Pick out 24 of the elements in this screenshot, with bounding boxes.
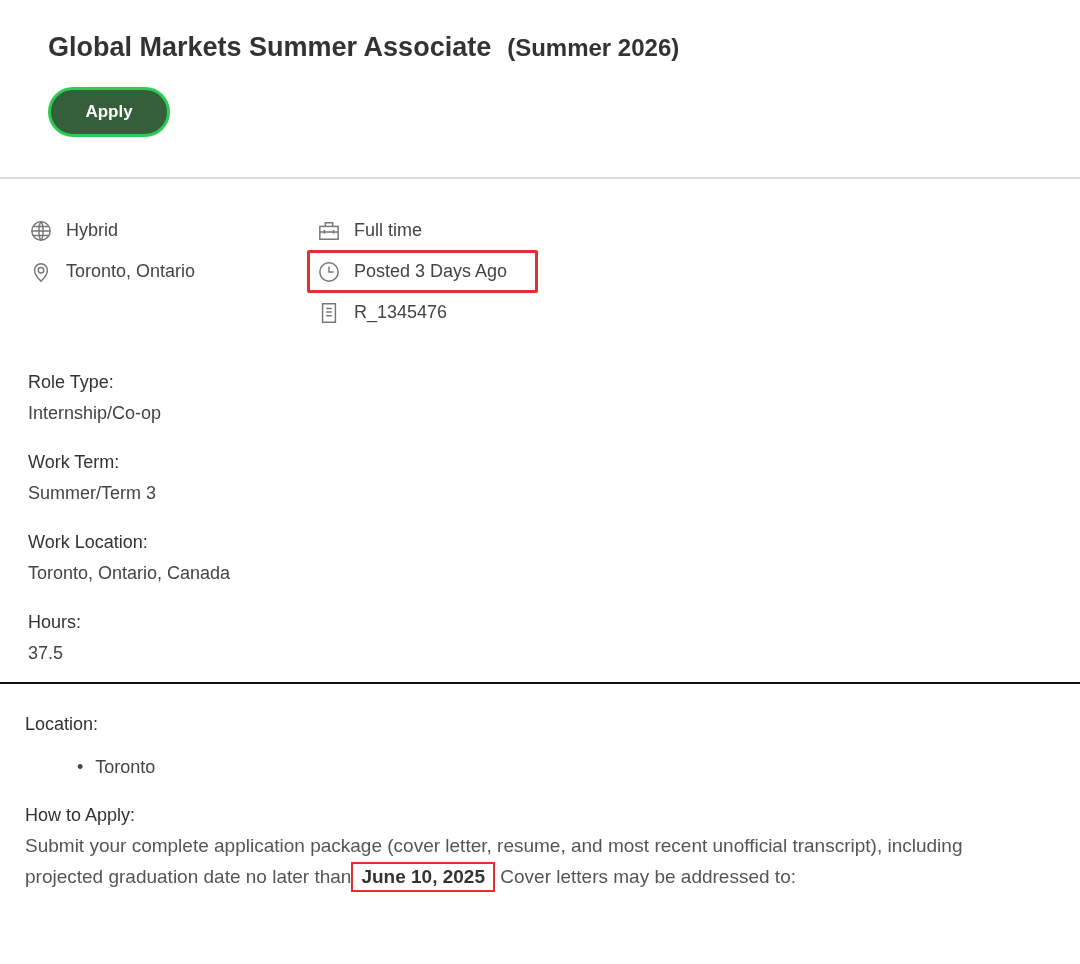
field-value: 37.5 bbox=[28, 643, 65, 664]
field-label: Work Term: bbox=[28, 452, 121, 473]
location-item: Toronto bbox=[95, 756, 156, 779]
bullet-marker: • bbox=[77, 756, 84, 779]
field-label: Role Type: bbox=[28, 372, 115, 393]
apply-button[interactable]: Apply bbox=[48, 87, 170, 137]
globe-icon bbox=[30, 219, 52, 242]
job-detail: Hybrid bbox=[66, 220, 118, 241]
briefcase-icon bbox=[318, 219, 340, 242]
job-title: Global Markets Summer Associate bbox=[48, 32, 492, 63]
section-heading: How to Apply: bbox=[25, 805, 137, 826]
clock-icon bbox=[318, 260, 340, 283]
field-value: Summer/Term 3 bbox=[28, 483, 158, 504]
job-detail: Posted 3 Days Ago bbox=[354, 261, 508, 282]
section-heading: Location: bbox=[25, 714, 100, 735]
field-value: Internship/Co-op bbox=[28, 403, 163, 424]
field-value: Toronto, Ontario, Canada bbox=[28, 563, 232, 584]
instructions-paragraph: Submit your complete application package (cover letter, resume, and most recent unofficial transcript), including projected graduation date no later than June 10, 2025 Cover letters may be addressed to: bbox=[25, 830, 1025, 892]
job-term: (Summer 2026) bbox=[507, 34, 680, 62]
job-detail: Full time bbox=[354, 220, 422, 241]
field-label: Work Location: bbox=[28, 532, 149, 553]
job-detail: Toronto, Ontario bbox=[66, 261, 196, 282]
field-label: Hours: bbox=[28, 612, 82, 633]
job-detail: R_1345476 bbox=[354, 302, 448, 323]
